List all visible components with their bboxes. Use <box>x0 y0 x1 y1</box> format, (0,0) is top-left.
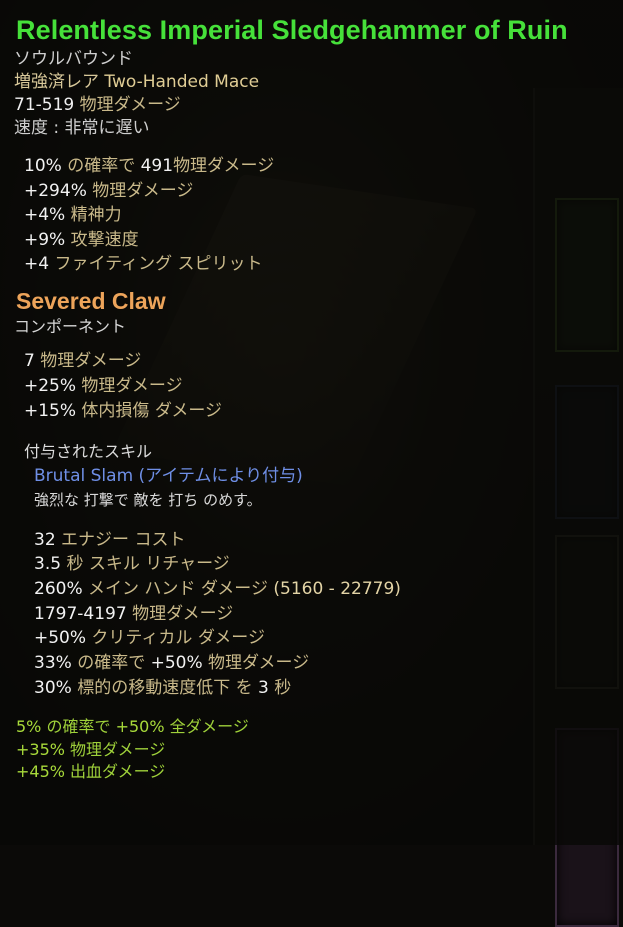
skill-stat: 1797-4197 物理ダメージ <box>34 602 623 627</box>
item-mods: 10% の確率で 491物理ダメージ +294% 物理ダメージ +4% 精神力 … <box>14 154 623 277</box>
skill-description: 強烈な 打撃で 敵を 打ち のめす。 <box>34 490 262 509</box>
stat-value: +50% <box>150 653 203 674</box>
stat-value: +50% <box>34 628 87 649</box>
bonus-value: +50% <box>115 717 165 737</box>
item-binding: ソウルバウンド <box>14 49 133 69</box>
stat-value: 30% <box>34 677 72 698</box>
skill-stat: 32 エナジー コスト <box>34 528 623 553</box>
mod-label: 体内損傷 ダメージ <box>76 400 222 421</box>
mod-value: 491 <box>140 156 174 176</box>
item-tooltip: Relentless Imperial Sledgehammer of Ruin… <box>0 0 623 845</box>
bonus-mod: +35% 物理ダメージ <box>16 739 623 762</box>
mod-value: +9% <box>24 229 66 250</box>
bonus-value: +35% <box>16 739 65 759</box>
bonus-label: の確率で <box>41 717 116 737</box>
skill-stat: 260% メイン ハンド ダメージ (5160 - 22779) <box>34 577 623 602</box>
stat-value: 33% <box>34 653 72 674</box>
stat-value: (5160 - 22779) <box>273 578 401 599</box>
bonus-value: +45% <box>16 762 65 782</box>
skill-stat: 3.5 秒 スキル リチャージ <box>34 552 623 577</box>
component-name: Severed Claw <box>16 287 166 314</box>
stat-label: 物理ダメージ <box>126 603 234 624</box>
component-type: コンポーネント <box>14 316 127 336</box>
stat-label: クリティカル ダメージ <box>86 628 265 649</box>
item-mod: +9% 攻撃速度 <box>24 228 623 253</box>
bonus-mod: +45% 出血ダメージ <box>16 761 623 784</box>
mod-value: +4% <box>24 205 66 225</box>
item-name: Relentless Imperial Sledgehammer of Ruin <box>16 15 568 45</box>
item-type-prefix: 増強済レア <box>14 72 99 92</box>
item-mod: +4 ファイティング スピリット <box>24 252 623 277</box>
mod-value: +25% <box>24 375 77 396</box>
stat-value: 260% <box>34 578 83 599</box>
mod-value: 10% <box>24 156 62 176</box>
stat-value: 3 <box>258 677 269 698</box>
item-type-name: Two-Handed Mace <box>104 72 260 92</box>
item-damage: 71-519 物理ダメージ <box>14 94 623 117</box>
item-mod: +294% 物理ダメージ <box>24 179 623 204</box>
stat-value: 32 <box>34 529 56 550</box>
skill-stat: 30% 標的の移動速度低下 を 3 秒 <box>34 676 623 701</box>
stat-label: 秒 スキル リチャージ <box>61 554 230 575</box>
item-type: 増強済レア Two-Handed Mace <box>14 71 623 94</box>
stat-label: エナジー コスト <box>55 529 186 550</box>
mod-label: 物理ダメージ <box>86 180 194 201</box>
component-mod: +15% 体内損傷 ダメージ <box>24 399 623 424</box>
component-mods: 7 物理ダメージ +25% 物理ダメージ +15% 体内損傷 ダメージ <box>14 349 623 424</box>
item-damage-label: 物理ダメージ <box>79 95 181 115</box>
component-mod: 7 物理ダメージ <box>24 349 623 374</box>
mod-value: +15% <box>24 400 77 421</box>
mod-value: +4 <box>24 254 50 274</box>
bonus-label: 全ダメージ <box>164 717 249 737</box>
item-mod: 10% の確率で 491物理ダメージ <box>24 154 623 179</box>
stat-label: の確率で <box>71 653 151 674</box>
skill-header: 付与されたスキル <box>24 441 153 461</box>
mod-value: 7 <box>24 350 35 371</box>
bonus-value: 5% <box>16 717 42 737</box>
mod-label: ファイティング スピリット <box>49 254 263 274</box>
item-damage-value: 71-519 <box>14 95 75 115</box>
mod-label: 物理ダメージ <box>34 350 142 371</box>
item-speed: 速度 : 非常に遅い <box>14 118 150 138</box>
stat-label: 秒 <box>268 677 292 698</box>
skill-name: Brutal Slam (アイテムにより付与) <box>34 465 303 486</box>
skill-stat: 33% の確率で +50% 物理ダメージ <box>34 651 623 676</box>
set-bonus: 5% の確率で +50% 全ダメージ +35% 物理ダメージ +45% 出血ダメ… <box>14 716 623 784</box>
stat-value: 3.5 <box>34 554 62 575</box>
mod-value: +294% <box>24 180 87 201</box>
skill-stats: 32 エナジー コスト 3.5 秒 スキル リチャージ 260% メイン ハンド… <box>14 528 623 701</box>
stat-label: 標的の移動速度低下 を <box>71 677 259 698</box>
mod-label: 物理ダメージ <box>173 156 275 176</box>
mod-label: 精神力 <box>65 205 122 225</box>
granted-skill: 付与されたスキル Brutal Slam (アイテムにより付与) 強烈な 打撃で… <box>14 439 623 512</box>
stat-value: 1797-4197 <box>34 603 127 624</box>
item-mod: +4% 精神力 <box>24 203 623 228</box>
component-mod: +25% 物理ダメージ <box>24 374 623 399</box>
stat-label: メイン ハンド ダメージ <box>82 578 274 599</box>
bonus-label: 出血ダメージ <box>64 762 166 782</box>
stat-label: 物理ダメージ <box>202 653 310 674</box>
mod-label: の確率で <box>61 156 141 176</box>
bonus-mod: 5% の確率で +50% 全ダメージ <box>16 716 623 739</box>
mod-label: 攻撃速度 <box>65 229 139 250</box>
mod-label: 物理ダメージ <box>76 375 183 396</box>
skill-stat: +50% クリティカル ダメージ <box>34 626 623 651</box>
bonus-label: 物理ダメージ <box>64 739 166 759</box>
